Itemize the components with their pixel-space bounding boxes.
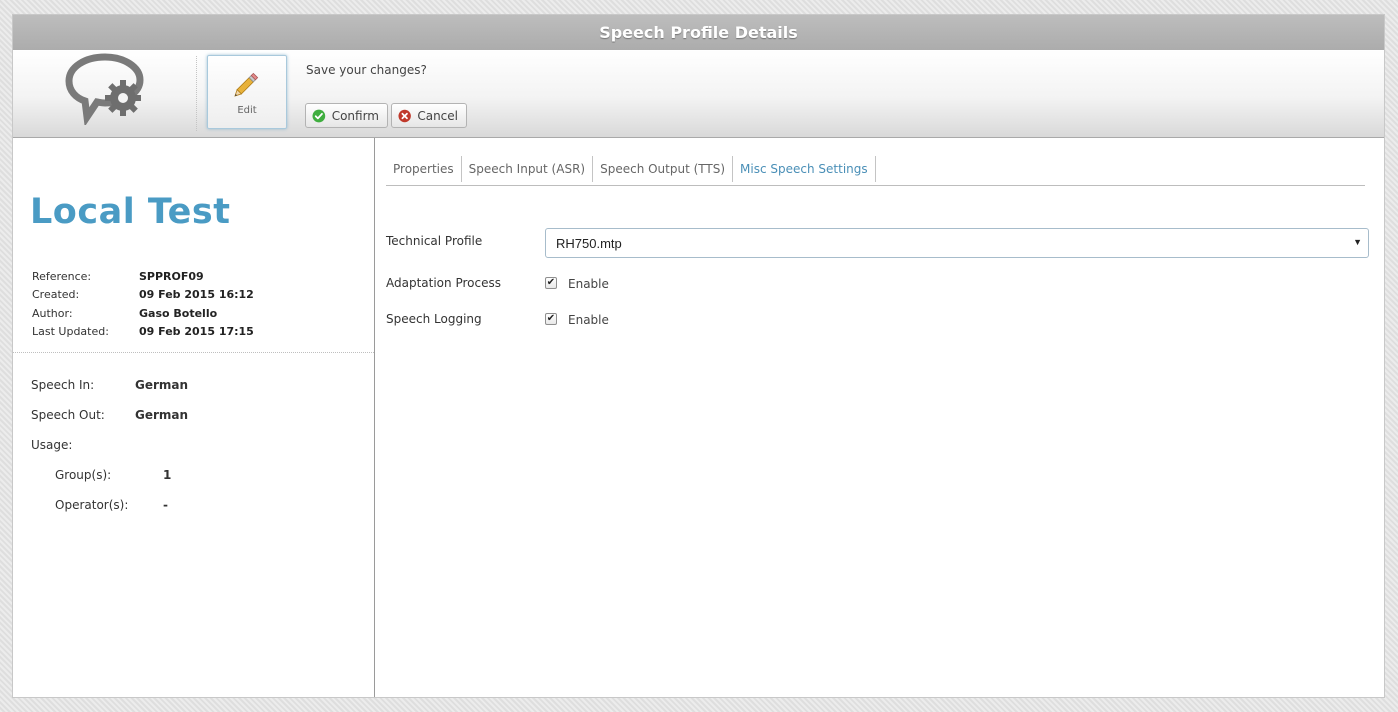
- tab-properties[interactable]: Properties: [386, 156, 462, 182]
- profile-summary-panel: Local Test Reference: SPPROF09 Created: …: [13, 138, 375, 697]
- groups-label: Group(s):: [55, 468, 112, 482]
- meta-value: 09 Feb 2015 17:15: [139, 325, 254, 339]
- adaptation-process-label: Adaptation Process: [386, 276, 501, 290]
- cancel-button[interactable]: Cancel: [391, 103, 467, 128]
- confirm-button-label: Confirm: [331, 108, 379, 123]
- meta-row-reference: Reference: SPPROF09: [32, 267, 254, 286]
- groups-row: Group(s): 1: [31, 460, 188, 490]
- speech-logging-label: Speech Logging: [386, 312, 482, 326]
- edit-button-label: Edit: [237, 105, 257, 116]
- speech-logging-enable-label: Enable: [568, 313, 609, 327]
- speech-profile-window: Speech Profile Details Edit Save your ch…: [12, 14, 1385, 698]
- meta-row-author: Author: Gaso Botello: [32, 304, 254, 323]
- meta-row-last-updated: Last Updated: 09 Feb 2015 17:15: [32, 323, 254, 342]
- adaptation-process-checkbox[interactable]: ✔: [545, 277, 557, 289]
- adaptation-enable-label: Enable: [568, 277, 609, 291]
- tab-speech-input[interactable]: Speech Input (ASR): [462, 156, 594, 182]
- technical-profile-value: RH750.mtp: [556, 235, 622, 251]
- check-circle-icon: [312, 109, 326, 122]
- meta-value: SPPROF09: [139, 269, 204, 283]
- meta-label: Reference:: [32, 269, 92, 283]
- settings-panel: Properties Speech Input (ASR) Speech Out…: [386, 156, 1369, 327]
- speech-in-value: German: [135, 378, 189, 392]
- confirm-button[interactable]: Confirm: [305, 103, 388, 128]
- technical-profile-select[interactable]: RH750.mtp ▼: [545, 228, 1369, 258]
- tab-speech-output[interactable]: Speech Output (TTS): [593, 156, 734, 182]
- speech-bubble-gear-icon: [65, 53, 144, 125]
- groups-value: 1: [163, 468, 172, 482]
- speech-logging-checkbox[interactable]: ✔: [545, 313, 557, 325]
- x-circle-icon: [398, 109, 411, 122]
- technical-profile-label: Technical Profile: [386, 234, 483, 248]
- edit-button[interactable]: Edit: [207, 55, 287, 129]
- meta-label: Created:: [32, 288, 80, 302]
- meta-row-created: Created: 09 Feb 2015 16:12: [32, 286, 254, 305]
- toolbar-divider: [196, 56, 197, 131]
- meta-label: Last Updated:: [32, 325, 109, 339]
- usage-row: Usage:: [31, 430, 188, 460]
- meta-value: 09 Feb 2015 16:12: [139, 288, 254, 302]
- cancel-button-label: Cancel: [417, 108, 458, 123]
- speech-out-row: Speech Out: German: [31, 400, 188, 430]
- pencil-icon: [234, 72, 259, 97]
- tab-bar: Properties Speech Input (ASR) Speech Out…: [386, 156, 1365, 186]
- meta-value: Gaso Botello: [139, 306, 218, 320]
- speech-out-value: German: [135, 408, 189, 422]
- operators-label: Operator(s):: [55, 498, 129, 512]
- operators-value: -: [163, 498, 168, 512]
- triangle-down-icon: ▼: [1353, 237, 1362, 247]
- section-divider: [13, 352, 374, 353]
- speech-out-label: Speech Out:: [31, 408, 105, 422]
- tab-misc-speech-settings[interactable]: Misc Speech Settings: [733, 156, 876, 182]
- profile-meta: Reference: SPPROF09 Created: 09 Feb 2015…: [32, 267, 254, 341]
- speech-in-label: Speech In:: [31, 378, 95, 392]
- meta-label: Author:: [32, 306, 73, 320]
- save-prompt: Save your changes?: [306, 63, 427, 77]
- operators-row: Operator(s): -: [31, 490, 188, 520]
- toolbar: Edit Save your changes? Confirm Cancel: [13, 50, 1384, 138]
- usage-label: Usage:: [31, 438, 73, 452]
- window-title: Speech Profile Details: [13, 15, 1384, 50]
- speech-in-row: Speech In: German: [31, 370, 188, 400]
- profile-stats: Speech In: German Speech Out: German Usa…: [31, 370, 188, 520]
- profile-name: Local Test: [30, 192, 231, 232]
